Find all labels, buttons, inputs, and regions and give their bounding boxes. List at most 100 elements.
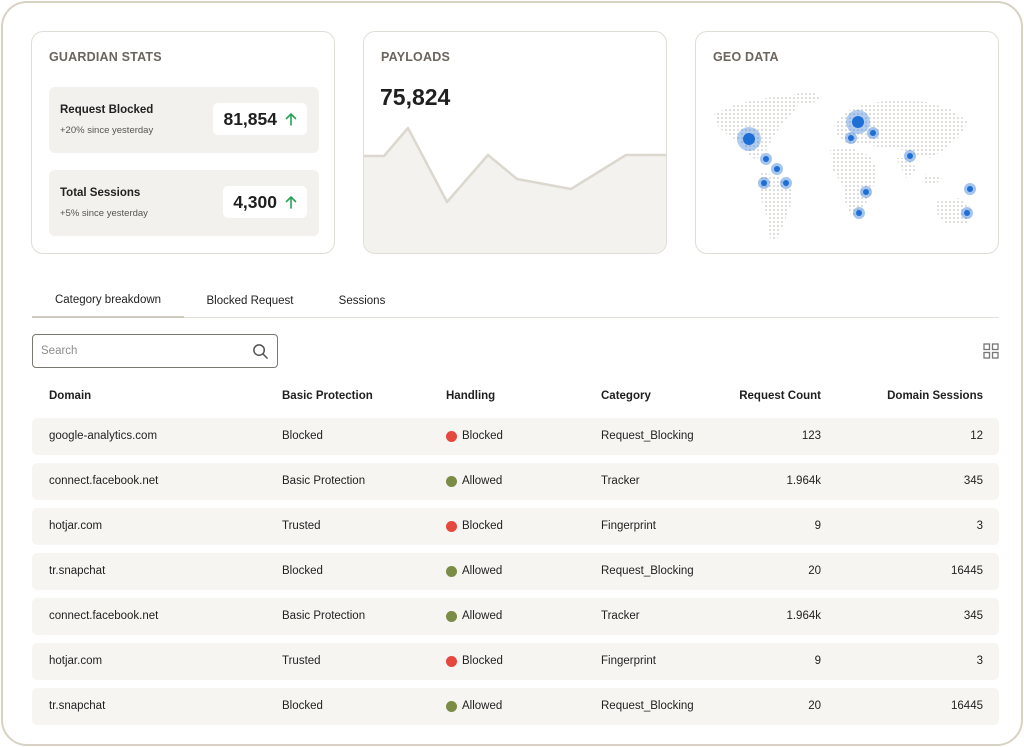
dashboard-frame: GUARDIAN STATS Request Blocked +20% sinc… xyxy=(1,1,1023,746)
handling-label: Blocked xyxy=(462,655,503,667)
protection-cell: Blocked xyxy=(282,700,323,712)
request-count-cell: 9 xyxy=(814,655,821,667)
search-box xyxy=(32,334,278,368)
category-cell: Fingerprint xyxy=(601,520,656,532)
tab-bar: Category breakdown Blocked Request Sessi… xyxy=(32,283,999,318)
stat-value-box: 81,854 xyxy=(213,103,307,135)
stat-change: +5% since yesterday xyxy=(60,208,148,219)
category-cell: Request_Blocking xyxy=(601,700,694,712)
request-count-cell: 123 xyxy=(801,430,821,442)
search-icon[interactable] xyxy=(252,343,269,360)
domain-sessions-cell: 16445 xyxy=(951,565,983,577)
protection-cell: Basic Protection xyxy=(282,610,366,622)
col-request-count[interactable]: Request Count xyxy=(739,390,821,402)
domain-cell: hotjar.com xyxy=(49,520,103,532)
protection-cell: Trusted xyxy=(282,655,321,667)
domain-sessions-cell: 16445 xyxy=(951,700,983,712)
col-domain-sessions[interactable]: Domain Sessions xyxy=(887,390,983,402)
table-row[interactable]: connect.facebook.net Basic Protection Al… xyxy=(32,463,999,500)
handling-label: Allowed xyxy=(462,475,503,487)
status-dot xyxy=(446,475,457,487)
col-category[interactable]: Category xyxy=(601,390,651,402)
protection-cell: Basic Protection xyxy=(282,475,366,487)
handling-cell: Blocked xyxy=(446,520,503,532)
world-map xyxy=(714,92,976,242)
status-dot xyxy=(446,565,457,577)
status-dot xyxy=(446,610,457,622)
status-dot xyxy=(446,520,457,532)
handling-cell: Allowed xyxy=(446,610,502,622)
status-dot xyxy=(446,655,457,667)
request-count-cell: 9 xyxy=(814,520,821,532)
grid-icon[interactable] xyxy=(983,343,999,359)
category-cell: Tracker xyxy=(601,610,640,622)
protection-cell: Trusted xyxy=(282,520,321,532)
handling-label: Allowed xyxy=(462,700,503,712)
category-cell: Request_Blocking xyxy=(601,430,694,442)
domain-cell: tr.snapchat xyxy=(49,700,106,712)
handling-cell: Blocked xyxy=(446,655,503,667)
handling-cell: Allowed xyxy=(446,475,502,487)
table-row[interactable]: connect.facebook.net Basic Protection Al… xyxy=(32,598,999,635)
domain-cell: hotjar.com xyxy=(49,655,103,667)
request-count-cell: 20 xyxy=(808,565,821,577)
handling-cell: Allowed xyxy=(446,700,502,712)
request-count-cell: 20 xyxy=(808,700,821,712)
arrow-up-icon xyxy=(285,196,297,209)
table-row[interactable]: hotjar.com Trusted Blocked Fingerprint 9… xyxy=(32,643,999,680)
stat-label: Request Blocked xyxy=(60,104,154,116)
request-count-cell: 1.964k xyxy=(786,475,821,487)
payloads-title: PAYLOADS xyxy=(381,50,450,64)
stat-label: Total Sessions xyxy=(60,187,141,199)
handling-cell: Blocked xyxy=(446,430,503,442)
table-row[interactable]: tr.snapchat Blocked Allowed Request_Bloc… xyxy=(32,553,999,590)
arrow-up-icon xyxy=(285,113,297,126)
table-row[interactable]: tr.snapchat Blocked Allowed Request_Bloc… xyxy=(32,688,999,725)
search-input[interactable] xyxy=(41,341,241,361)
stat-value: 81,854 xyxy=(223,108,277,129)
handling-label: Blocked xyxy=(462,520,503,532)
tab-category-breakdown[interactable]: Category breakdown xyxy=(32,283,184,318)
domain-sessions-cell: 3 xyxy=(976,655,983,667)
guardian-stats-card: GUARDIAN STATS Request Blocked +20% sinc… xyxy=(31,31,335,254)
handling-cell: Allowed xyxy=(446,565,502,577)
domain-cell: connect.facebook.net xyxy=(49,475,159,487)
tab-sessions[interactable]: Sessions xyxy=(322,283,402,318)
status-dot xyxy=(446,430,457,442)
domain-cell: connect.facebook.net xyxy=(49,610,159,622)
geo-data-card: GEO DATA xyxy=(695,31,999,254)
protection-cell: Blocked xyxy=(282,430,323,442)
request-count-cell: 1.964k xyxy=(786,610,821,622)
status-dot xyxy=(446,700,457,712)
table-row[interactable]: hotjar.com Trusted Blocked Fingerprint 9… xyxy=(32,508,999,545)
request-blocked-stat: Request Blocked +20% since yesterday 81,… xyxy=(49,87,319,153)
domain-sessions-cell: 345 xyxy=(963,475,983,487)
table-row[interactable]: google-analytics.com Blocked Blocked Req… xyxy=(32,418,999,455)
stat-change: +20% since yesterday xyxy=(60,125,154,136)
payloads-value: 75,824 xyxy=(380,84,451,110)
col-basic-protection[interactable]: Basic Protection xyxy=(282,390,373,402)
continent-dots xyxy=(714,92,972,242)
stat-value: 4,300 xyxy=(233,191,277,212)
domain-sessions-cell: 12 xyxy=(970,430,983,442)
handling-label: Allowed xyxy=(462,610,503,622)
col-domain[interactable]: Domain xyxy=(49,390,91,402)
domain-cell: google-analytics.com xyxy=(49,430,158,442)
guardian-stats-title: GUARDIAN STATS xyxy=(49,50,162,64)
payloads-sparkline xyxy=(364,126,666,253)
domain-sessions-cell: 345 xyxy=(963,610,983,622)
domain-cell: tr.snapchat xyxy=(49,565,106,577)
protection-cell: Blocked xyxy=(282,565,323,577)
category-cell: Request_Blocking xyxy=(601,565,694,577)
handling-label: Allowed xyxy=(462,565,503,577)
category-cell: Tracker xyxy=(601,475,640,487)
col-handling[interactable]: Handling xyxy=(446,390,495,402)
domain-sessions-cell: 3 xyxy=(976,520,983,532)
handling-label: Blocked xyxy=(462,430,503,442)
category-cell: Fingerprint xyxy=(601,655,656,667)
tab-blocked-request[interactable]: Blocked Request xyxy=(190,283,310,318)
table-header: Domain Basic Protection Handling Categor… xyxy=(32,386,999,408)
total-sessions-stat: Total Sessions +5% since yesterday 4,300 xyxy=(49,170,319,236)
stat-value-box: 4,300 xyxy=(223,186,307,218)
payloads-card: PAYLOADS 75,824 xyxy=(363,31,667,254)
